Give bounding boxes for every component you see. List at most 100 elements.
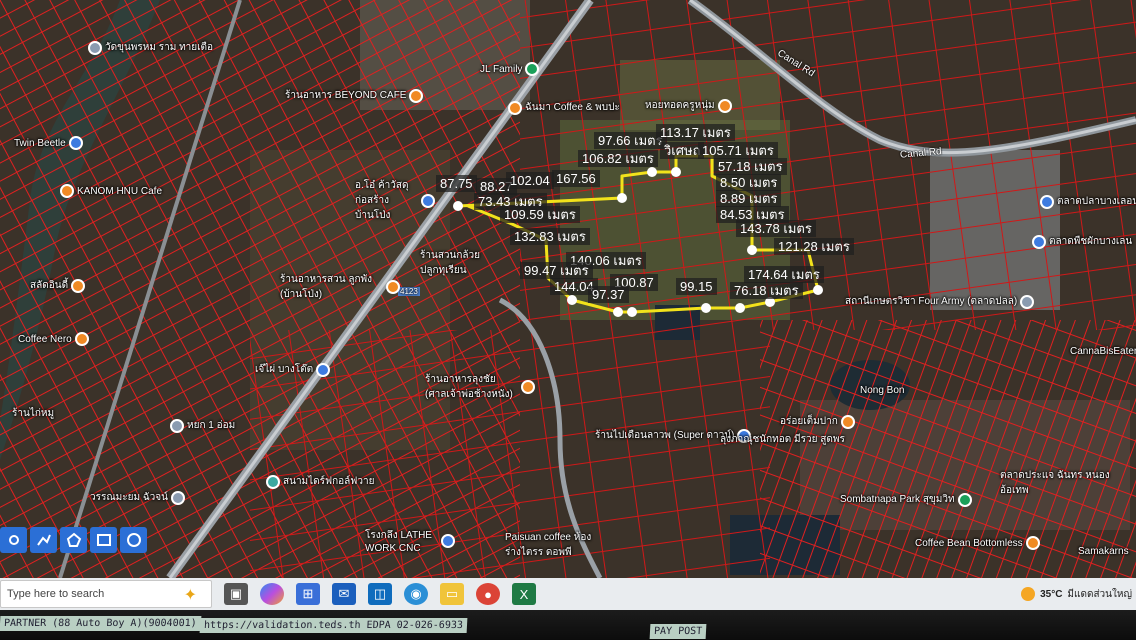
poi-oyoo[interactable]: อ.โอ๋ ค้าวัสดุ ก่อสร้าง บ้านโป่ง	[355, 178, 435, 223]
measurement-label: 102.04	[506, 172, 554, 189]
draw-polygon-tool[interactable]	[60, 527, 87, 553]
golf-icon	[266, 474, 280, 489]
map-view[interactable]: Canal Rd Canal Rd 4123 วัดขุนพรหม ราม ทา…	[0, 0, 1136, 578]
measurement-label: 76.18 เมตร	[730, 282, 803, 299]
search-placeholder: Type here to search	[7, 588, 105, 600]
sticky-note: https://validation.teds.th EDPA 02-026-6…	[199, 618, 468, 633]
poi-suan-aharn[interactable]: ร้านอาหารสวน ลูกพัง (บ้านโป่ง)	[280, 272, 400, 302]
poi-jeh-phai[interactable]: เจ๊ไผ่ บางโต๊ต	[255, 362, 331, 377]
measurement-label: 97.37	[588, 286, 629, 303]
outlook-icon[interactable]: ◫	[368, 583, 392, 605]
restaurant-icon	[71, 278, 86, 293]
restaurant-icon	[521, 380, 535, 394]
temple-icon	[88, 40, 102, 55]
poi-satit[interactable]: สลัดอินดี้	[30, 278, 86, 293]
sticky-note: PAY POST	[649, 624, 707, 639]
draw-circle-tool[interactable]	[120, 527, 147, 553]
mail-icon[interactable]: ✉	[332, 583, 356, 605]
measurement-label: 121.28 เมตร	[774, 238, 854, 255]
shop-icon	[441, 534, 455, 548]
chrome-icon[interactable]: ●	[476, 583, 500, 605]
place-icon	[1020, 294, 1035, 309]
polyline-icon	[36, 534, 51, 546]
place-icon	[170, 418, 184, 433]
poi-lung-pa[interactable]: ลุงภาณุชนักทอด มีรวย สูดพร	[720, 432, 845, 447]
poi-khai[interactable]: ร้านไก่หมู	[12, 406, 54, 421]
poi-talad-puek[interactable]: ตลาดพืชผักบางเลน	[1032, 234, 1132, 249]
poi-four-army[interactable]: สถานีเกษตรวิชา Four Army (ตลาดปลล)	[845, 294, 1035, 309]
measurement-label: 143.78 เมตร	[736, 220, 816, 237]
park-icon	[957, 492, 972, 507]
system-tray[interactable]: 35°C มีแดดส่วนใหญ่	[1021, 587, 1136, 602]
poi-coffee-nero[interactable]: Coffee Nero	[18, 332, 89, 346]
measurement-label: 113.17 เมตร	[656, 124, 735, 141]
edge-icon[interactable]: ◉	[404, 583, 428, 605]
poi-paisan[interactable]: Paisuan coffee ห้องร่างไตรร ดอพพี	[505, 530, 595, 560]
measurement-label: 99.15	[676, 278, 717, 295]
poi-wat-khun[interactable]: วัดขุนพรหม ราม ทายเตือ	[88, 40, 213, 55]
poi-beyond-cafe[interactable]: ร้านอาหาร BEYOND CAFE	[285, 88, 424, 103]
cafe-icon	[60, 184, 74, 198]
poi-wanchai[interactable]: วรรณมะยม ฉัวจน์	[90, 490, 185, 505]
weather-text: มีแดดส่วนใหญ่	[1067, 588, 1132, 600]
point-icon	[8, 535, 19, 545]
store-icon[interactable]: ⊞	[296, 583, 320, 605]
poi-nong-bon: Nong Bon	[860, 385, 905, 396]
measurement-label: 132.83 เมตร	[510, 228, 590, 245]
copilot-icon[interactable]	[260, 583, 284, 605]
measurement-label: 167.56	[552, 170, 600, 187]
polygon-icon	[66, 532, 81, 547]
restaurant-icon	[717, 98, 732, 113]
poi-aroy-tem[interactable]: อร่อยเต็มปาก	[780, 414, 855, 429]
rectangle-icon	[96, 534, 111, 546]
market-icon	[1040, 194, 1054, 209]
measurement-label: 87.75	[436, 175, 477, 192]
poi-lathe[interactable]: โรงกลึง LATHE WORK CNC	[365, 528, 455, 554]
measurement-label: 99.47 เมตร	[520, 262, 593, 279]
sticky-note: PARTNER (88 Auto Boy A)(9004001)	[0, 616, 202, 631]
poi-suan-klai[interactable]: ร้านสวนกล้วย ปลูกทุเรียน	[420, 248, 500, 278]
measurement-label: 8.89 เมตร	[716, 190, 782, 207]
draw-line-tool[interactable]	[30, 527, 57, 553]
taskbar: Type here to search ✦ ▣ ⊞ ✉ ◫ ◉ ▭ ● X 35…	[0, 578, 1136, 610]
market-icon	[1032, 234, 1046, 249]
poi-sombatnapa[interactable]: Sombatnapa Park สุขุมวิท	[840, 492, 972, 507]
explorer-icon[interactable]: ▭	[440, 583, 464, 605]
shop-icon	[68, 136, 83, 150]
weather-sun-icon	[1021, 587, 1036, 601]
draw-toolbar	[0, 527, 147, 553]
poi-twin-beetle[interactable]: Twin Beetle	[14, 136, 83, 150]
restaurant-icon	[386, 280, 400, 294]
measurement-label: 57.18 เมตร	[714, 158, 787, 175]
restaurant-icon	[409, 88, 424, 103]
draw-point-tool[interactable]	[0, 527, 27, 553]
poi-coffee-bean[interactable]: Coffee Bean Bottomless	[915, 536, 1040, 550]
measurement-label: 105.71 เมตร	[698, 142, 778, 159]
place-icon	[170, 490, 185, 505]
poi-jl-family[interactable]: JL Family	[480, 62, 540, 76]
widgets-icon[interactable]: ▣	[224, 583, 248, 605]
taskbar-search-input[interactable]: Type here to search ✦	[0, 580, 212, 608]
poi-samakarn[interactable]: Samakarns	[1078, 546, 1129, 557]
search-highlight-icon: ✦	[183, 587, 197, 604]
shop-icon	[421, 193, 435, 208]
road-shield-4123: 4123	[398, 287, 420, 296]
place-icon	[525, 62, 540, 76]
shop-icon	[316, 362, 331, 377]
draw-rectangle-tool[interactable]	[90, 527, 117, 553]
measurement-label: 8.50 เมตร	[716, 174, 782, 191]
poi-cannabis[interactable]: CannaBisEater	[1070, 344, 1136, 358]
poi-talad-prang[interactable]: ตลาดประแจ ฉันทร หนองอ้อเทพ	[1000, 468, 1110, 498]
excel-icon[interactable]: X	[512, 583, 536, 605]
circle-icon	[126, 533, 141, 547]
poi-hok[interactable]: หยก 1 อ่อม	[170, 418, 235, 433]
poi-talad-pla[interactable]: ตลาดปลาบางเลอน และสวนสัตว์	[1040, 194, 1136, 209]
measurement-label: 174.64 เมตร	[744, 266, 824, 283]
weather-temp: 35°C	[1040, 588, 1063, 600]
poi-rong-arharn[interactable]: ร้านอาหารลุงชัย (ศาลเจ้าพ่อช้างหนัง)	[425, 372, 535, 402]
poi-hoi-thot[interactable]: หอยทอดครูหนุ่ม	[645, 98, 732, 113]
monitor-bezel: PARTNER (88 Auto Boy A)(9004001) https:/…	[0, 610, 1136, 640]
poi-kanom-hnu[interactable]: KANOM HNU Cafe	[60, 184, 162, 198]
poi-coffee-pp[interactable]: ฉันมา Coffee & พบปะ	[508, 100, 620, 115]
poi-sanam[interactable]: สนามไดร์ฟกอล์ฟวาย	[266, 474, 374, 489]
